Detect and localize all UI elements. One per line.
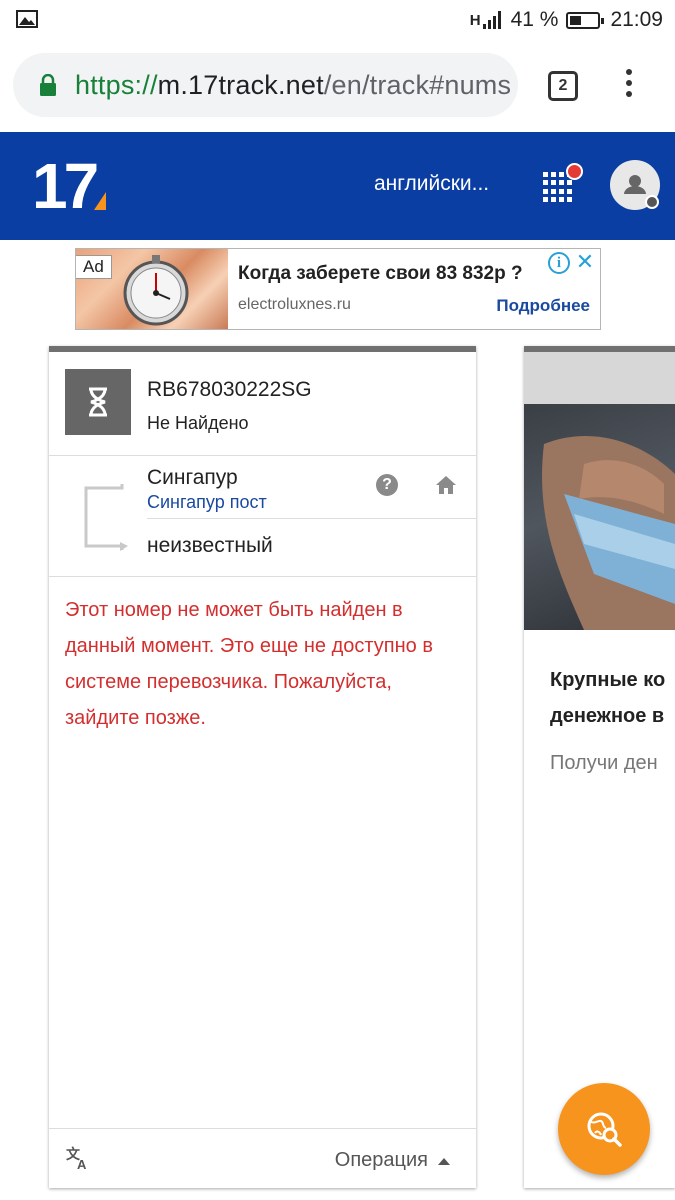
tab-switcher-button[interactable]: 2 (548, 71, 578, 101)
ad-domain: electroluxnes.ru (238, 296, 351, 313)
battery-icon (566, 11, 605, 29)
promo-title-line1: Крупные ко (550, 669, 666, 691)
promo-photo[interactable] (524, 404, 675, 630)
tracking-header: RB678030222SG Не Найдено (49, 352, 476, 456)
help-icon[interactable]: ? (376, 474, 398, 496)
image-notification-icon (16, 10, 38, 28)
status-bar: H 41 % 21:09 (0, 0, 675, 40)
svg-text:A: A (77, 1157, 87, 1171)
status-icon-box (65, 369, 131, 435)
promo-subtitle: Получи ден (550, 752, 658, 774)
url-scheme: https:// (75, 70, 158, 100)
operation-menu-button[interactable]: Операция (335, 1149, 428, 1172)
url-text[interactable]: https://m.17track.net/en/track#nums (75, 68, 511, 102)
ad-banner[interactable]: Ad Когда заберете свои 83 832р ? electro… (75, 248, 601, 330)
battery-percent: 41 % (510, 8, 559, 31)
17track-logo[interactable]: 17 (32, 156, 110, 214)
route-arrow-icon (84, 484, 128, 551)
language-selector[interactable]: английски... (374, 172, 489, 196)
lock-icon (40, 74, 56, 96)
avatar-status-dot (645, 195, 659, 209)
browser-toolbar: https://m.17track.net/en/track#nums 2 (0, 40, 675, 132)
track-search-fab[interactable] (558, 1083, 650, 1175)
ad-more-link[interactable]: Подробнее (496, 296, 590, 316)
signal-icon (482, 11, 503, 29)
site-header: 17 английски... (0, 132, 675, 240)
hourglass-icon (89, 387, 107, 417)
logo-text: 17 (32, 156, 97, 214)
card-footer: 文 A Операция (49, 1128, 476, 1188)
tracking-result-card: RB678030222SG Не Найдено Сингапур Сингап… (49, 346, 476, 1188)
globe-search-icon (587, 1112, 622, 1147)
ad-info-icon[interactable]: i (548, 252, 570, 274)
ad-badge: Ad (76, 255, 112, 279)
tracking-status: Не Найдено (147, 413, 249, 433)
caret-up-icon[interactable] (438, 1158, 450, 1165)
route-divider (147, 518, 476, 519)
clock: 21:09 (610, 8, 663, 31)
promo-card-header (524, 352, 675, 404)
promo-title[interactable]: Крупные ко денежное в (550, 662, 675, 734)
notification-dot (566, 163, 583, 180)
home-icon[interactable] (435, 475, 457, 495)
not-found-message: Этот номер не может быть найден в данный… (65, 599, 433, 729)
network-type: H (469, 11, 481, 29)
money-photo (542, 435, 675, 630)
promo-card[interactable]: Крупные ко денежное в Получи ден (524, 346, 675, 1188)
origin-country: Сингапур (147, 466, 238, 489)
url-path: /en/track#nums (323, 70, 512, 100)
destination-country: неизвестный (147, 534, 273, 557)
url-host: m.17track.net (157, 70, 324, 100)
promo-title-line2: денежное в (550, 705, 665, 727)
ad-close-icon[interactable]: ✕ (574, 250, 596, 274)
route-section: Сингапур Сингапур пост ? неизвестный (49, 456, 476, 577)
tracking-number[interactable]: RB678030222SG (147, 378, 312, 402)
more-menu-icon[interactable] (622, 69, 636, 101)
origin-carrier-link[interactable]: Сингапур пост (147, 492, 267, 513)
address-bar[interactable]: https://m.17track.net/en/track#nums (13, 53, 518, 117)
translate-icon[interactable]: 文 A (65, 1145, 91, 1171)
ad-title[interactable]: Когда заберете свои 83 832р ? (238, 263, 523, 285)
